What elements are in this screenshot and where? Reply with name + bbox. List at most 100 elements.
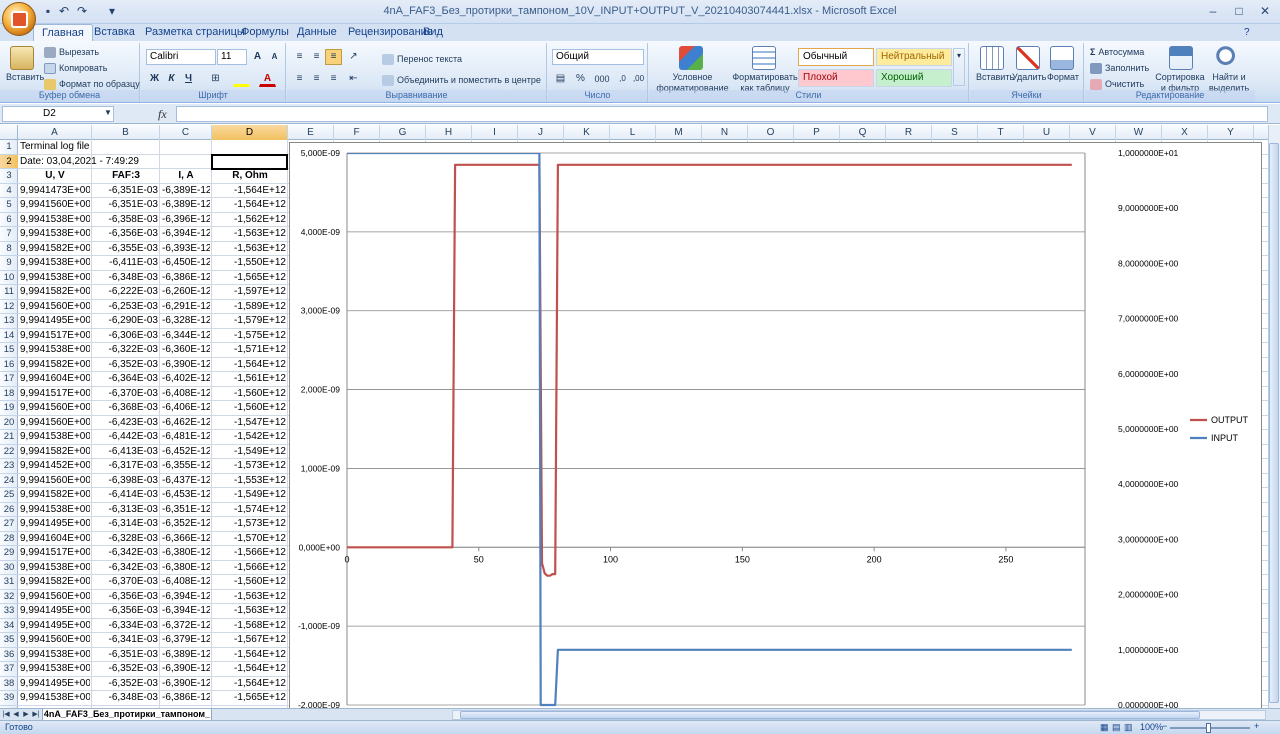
cell[interactable]: -6,351E-03 — [94, 184, 158, 199]
tab-formulas[interactable]: Формулы — [233, 24, 297, 42]
cell[interactable]: 9,9941582E+00 — [20, 242, 90, 257]
row-header-2[interactable]: 2 — [0, 154, 18, 169]
zoom-in-icon[interactable]: + — [1254, 721, 1259, 731]
thousands-button[interactable]: 000 — [592, 71, 612, 87]
cell[interactable]: -6,462E-12 — [162, 416, 210, 431]
currency-icon[interactable]: ▤ — [552, 71, 569, 87]
cell[interactable]: -6,344E-12 — [162, 329, 210, 344]
row-header-31[interactable]: 31 — [0, 575, 18, 590]
cell[interactable]: -6,328E-12 — [162, 314, 210, 329]
cell[interactable]: -6,450E-12 — [162, 256, 210, 271]
cell[interactable]: -6,342E-03 — [94, 546, 158, 561]
tab-view[interactable]: Вид — [415, 24, 451, 42]
cell[interactable]: -6,402E-12 — [162, 372, 210, 387]
cell[interactable]: 9,9941538E+00 — [20, 561, 90, 576]
cell[interactable]: 9,9941538E+00 — [20, 691, 90, 706]
cell[interactable]: -1,563E+12 — [214, 242, 286, 257]
delete-cells-button[interactable]: Удалить — [1012, 72, 1046, 83]
cell[interactable]: -6,358E-03 — [94, 213, 158, 228]
column-header-d[interactable]: D — [212, 125, 288, 140]
shrink-font-icon[interactable]: A — [266, 49, 283, 65]
cell[interactable]: -6,355E-12 — [162, 459, 210, 474]
align-middle-icon[interactable]: ≡ — [308, 49, 325, 65]
underline-button[interactable]: Ч — [180, 71, 197, 87]
cell[interactable]: -1,542E+12 — [214, 430, 286, 445]
number-format-select[interactable]: Общий — [552, 49, 644, 65]
merge-center-button[interactable]: Объединить и поместить в центре — [382, 75, 541, 87]
tab-insert[interactable]: Вставка — [86, 24, 143, 42]
row-header-17[interactable]: 17 — [0, 372, 18, 387]
cell[interactable]: 9,9941582E+00 — [20, 488, 90, 503]
row-header-1[interactable]: 1 — [0, 140, 18, 155]
cell[interactable]: -1,566E+12 — [214, 561, 286, 576]
row-header-14[interactable]: 14 — [0, 329, 18, 343]
cell[interactable]: 9,9941495E+00 — [20, 517, 90, 532]
tab-data[interactable]: Данные — [289, 24, 345, 42]
cell[interactable]: 9,9941538E+00 — [20, 256, 90, 271]
row-header-13[interactable]: 13 — [0, 314, 18, 329]
format-painter-button[interactable]: Формат по образцу — [44, 79, 140, 91]
cell[interactable]: -6,386E-12 — [162, 271, 210, 286]
cell[interactable]: -1,568E+12 — [214, 619, 286, 634]
cell[interactable]: -6,406E-12 — [162, 401, 210, 416]
cell[interactable]: U, V — [20, 169, 90, 184]
name-box-dropdown-icon[interactable]: ▼ — [104, 108, 112, 117]
normal-view-icon[interactable]: ▦ — [1100, 722, 1109, 733]
cell[interactable]: -6,306E-03 — [94, 329, 158, 344]
cell[interactable]: -6,314E-03 — [94, 517, 158, 532]
prev-sheet-icon[interactable]: ◀ — [11, 710, 21, 720]
cell[interactable]: -1,560E+12 — [214, 387, 286, 402]
vertical-scroll-thumb[interactable] — [1269, 143, 1279, 703]
style-normal[interactable]: Обычный — [798, 48, 874, 66]
style-bad[interactable]: Плохой — [798, 69, 874, 87]
cell[interactable]: -6,360E-12 — [162, 343, 210, 358]
column-header-r[interactable]: R — [886, 125, 932, 140]
cell[interactable]: 9,9941582E+00 — [20, 285, 90, 300]
cell[interactable]: 9,9941495E+00 — [20, 604, 90, 619]
column-header-s[interactable]: S — [932, 125, 978, 140]
cell[interactable]: 9,9941582E+00 — [20, 575, 90, 590]
cell[interactable]: R, Ohm — [214, 169, 286, 184]
styles-more-icon[interactable]: ▾ — [953, 48, 965, 86]
format-cells-button[interactable]: Формат — [1047, 72, 1079, 83]
cell[interactable]: -6,352E-03 — [94, 677, 158, 692]
cell[interactable]: -6,356E-03 — [94, 227, 158, 242]
cell[interactable]: 9,9941538E+00 — [20, 648, 90, 663]
percent-button[interactable]: % — [572, 71, 589, 87]
cell[interactable]: 9,9941560E+00 — [20, 474, 90, 489]
column-header-v[interactable]: V — [1070, 125, 1116, 140]
page-break-view-icon[interactable]: ▥ — [1124, 722, 1133, 733]
row-header-11[interactable]: 11 — [0, 285, 18, 300]
cell[interactable]: 9,9941495E+00 — [20, 677, 90, 692]
italic-button[interactable]: К — [163, 71, 180, 87]
save-icon[interactable]: ▪ — [40, 3, 56, 19]
column-header-k[interactable]: K — [564, 125, 610, 140]
redo-icon[interactable]: ↷ — [74, 3, 90, 19]
maximize-icon[interactable]: □ — [1226, 2, 1252, 20]
cell[interactable]: -1,573E+12 — [214, 517, 286, 532]
cell[interactable]: -6,453E-12 — [162, 488, 210, 503]
cell[interactable]: -6,351E-03 — [94, 198, 158, 213]
cell[interactable]: -6,442E-03 — [94, 430, 158, 445]
cell[interactable]: 9,9941560E+00 — [20, 300, 90, 315]
align-bottom-icon[interactable]: ≡ — [325, 49, 342, 65]
help-icon[interactable]: ? — [1244, 27, 1250, 38]
cell[interactable]: -6,398E-03 — [94, 474, 158, 489]
cell[interactable]: -6,379E-12 — [162, 633, 210, 648]
cell[interactable]: -1,563E+12 — [214, 227, 286, 242]
cell[interactable]: -1,560E+12 — [214, 401, 286, 416]
cell[interactable]: 9,9941538E+00 — [20, 343, 90, 358]
cell[interactable]: I, A — [162, 169, 210, 184]
cell[interactable]: -1,564E+12 — [214, 677, 286, 692]
cell[interactable]: 9,9941517E+00 — [20, 329, 90, 344]
first-sheet-icon[interactable]: |◀ — [1, 710, 11, 720]
cell[interactable]: -6,334E-03 — [94, 619, 158, 634]
paste-button[interactable]: Вставить — [6, 72, 44, 83]
cell[interactable]: -1,564E+12 — [214, 662, 286, 677]
row-header-28[interactable]: 28 — [0, 532, 18, 546]
increase-decimal-icon[interactable]: ,0 — [614, 71, 631, 87]
row-header-16[interactable]: 16 — [0, 358, 18, 372]
row-header-6[interactable]: 6 — [0, 213, 18, 227]
row-header-35[interactable]: 35 — [0, 633, 18, 648]
cell[interactable]: Terminal log file — [20, 140, 280, 155]
